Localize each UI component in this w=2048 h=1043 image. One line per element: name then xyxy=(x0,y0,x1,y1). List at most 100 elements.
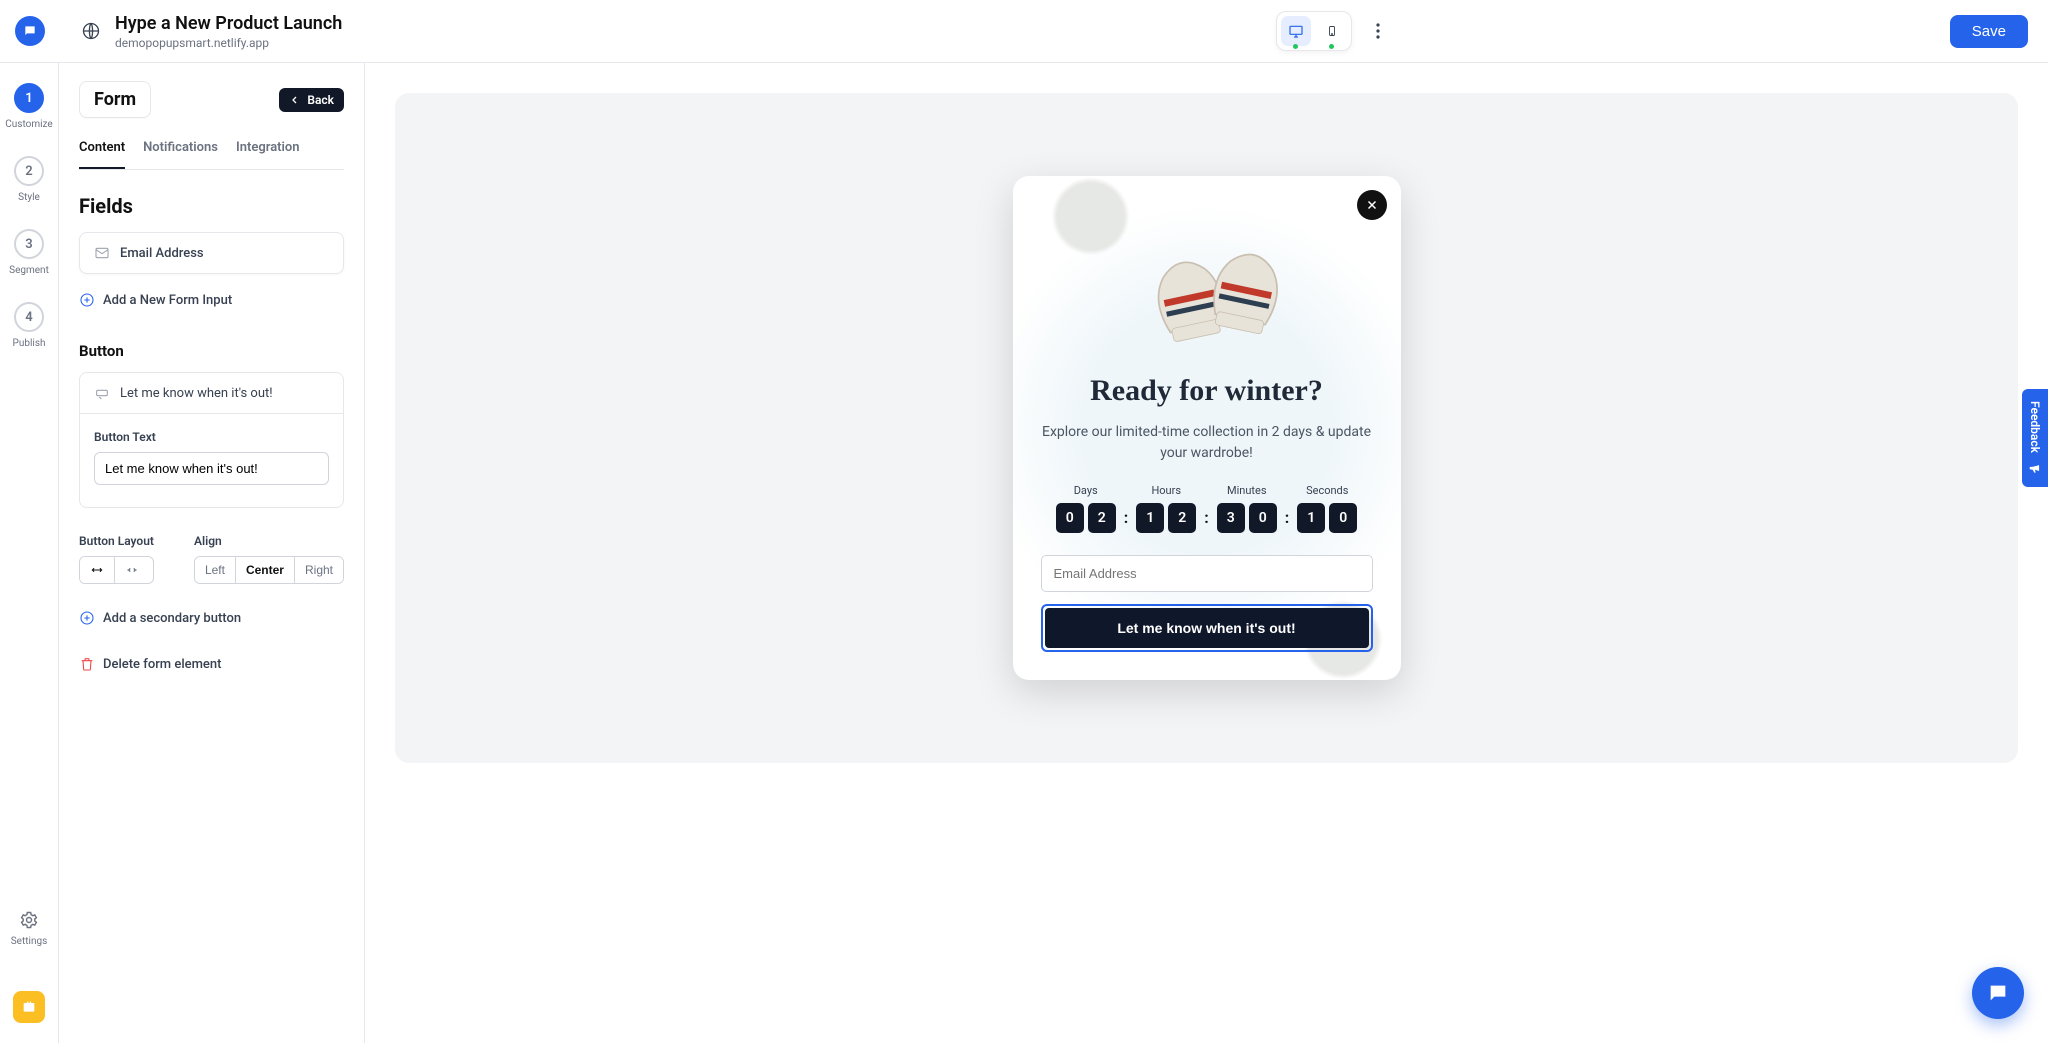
colon-icon: : xyxy=(1124,508,1129,533)
popup-title: Ready for winter? xyxy=(1041,374,1373,408)
chat-icon xyxy=(1987,982,2009,1004)
step-publish[interactable]: 4 Publish xyxy=(13,302,46,349)
page-heading-block: Hype a New Product Launch demopopupsmart… xyxy=(59,13,342,50)
step-rail: 1 Customize 2 Style 3 Segment 4 Publish … xyxy=(0,63,59,1043)
add-secondary-button[interactable]: Add a secondary button xyxy=(79,610,344,626)
arrow-left-icon xyxy=(289,94,301,106)
field-email-row[interactable]: Email Address xyxy=(79,232,344,274)
step-style[interactable]: 2 Style xyxy=(14,156,44,203)
arrows-horizontal-icon xyxy=(90,563,104,577)
mail-icon xyxy=(94,245,110,261)
mittens-illustration xyxy=(1122,232,1292,352)
briefcase-icon xyxy=(21,999,37,1015)
layout-fit-content-button[interactable] xyxy=(114,557,149,583)
step-segment[interactable]: 3 Segment xyxy=(9,229,49,276)
add-secondary-label: Add a secondary button xyxy=(103,611,241,626)
countdown-digit: 2 xyxy=(1168,503,1196,533)
device-preview-switch xyxy=(1276,11,1352,51)
back-label: Back xyxy=(307,93,334,107)
button-row-text: Let me know when it's out! xyxy=(120,386,273,401)
step-number: 4 xyxy=(14,302,44,332)
popup-email-input[interactable] xyxy=(1041,555,1373,592)
countdown-digit: 0 xyxy=(1329,503,1357,533)
canvas-frame: Ready for winter? Explore our limited-ti… xyxy=(395,93,2018,763)
kebab-menu-icon[interactable] xyxy=(1366,19,1390,43)
countdown-digit: 2 xyxy=(1088,503,1116,533)
status-dot-icon xyxy=(1293,44,1298,49)
settings-label: Settings xyxy=(11,936,48,947)
form-chip: Form xyxy=(79,81,151,118)
step-label: Segment xyxy=(9,265,49,276)
button-layout-label: Button Layout xyxy=(79,534,154,548)
colon-icon: : xyxy=(1285,508,1290,533)
plus-circle-icon xyxy=(79,610,95,626)
app-logo[interactable] xyxy=(15,16,45,46)
field-label: Email Address xyxy=(120,246,204,261)
chat-bubble-icon xyxy=(23,24,37,38)
layout-full-width-button[interactable] xyxy=(80,557,114,583)
countdown-digit: 1 xyxy=(1297,503,1325,533)
device-desktop-button[interactable] xyxy=(1281,16,1311,46)
step-number: 3 xyxy=(14,229,44,259)
gear-icon xyxy=(19,910,39,930)
feedback-tab[interactable]: Feedback xyxy=(2022,389,2048,487)
megaphone-icon xyxy=(2028,461,2042,475)
upgrade-button[interactable] xyxy=(13,991,45,1023)
align-label: Align xyxy=(194,534,344,548)
tab-content[interactable]: Content xyxy=(79,140,125,169)
button-icon xyxy=(94,385,110,401)
countdown-digit: 0 xyxy=(1056,503,1084,533)
popup-preview: Ready for winter? Explore our limited-ti… xyxy=(1013,176,1401,680)
add-form-input-button[interactable]: Add a New Form Input xyxy=(79,292,344,308)
popup-body: Explore our limited-time collection in 2… xyxy=(1041,422,1373,464)
countdown-digit: 1 xyxy=(1136,503,1164,533)
popup-cta-button[interactable]: Let me know when it's out! xyxy=(1045,608,1369,648)
add-input-label: Add a New Form Input xyxy=(103,293,232,308)
step-label: Style xyxy=(18,192,40,203)
button-card-header[interactable]: Let me know when it's out! xyxy=(80,373,343,414)
countdown-days: Days 0 2 xyxy=(1056,484,1116,533)
back-button[interactable]: Back xyxy=(279,88,344,112)
countdown-minutes: Minutes 3 0 xyxy=(1217,484,1277,533)
button-heading: Button xyxy=(79,342,344,360)
countdown-digit: 0 xyxy=(1249,503,1277,533)
plus-circle-icon xyxy=(79,292,95,308)
step-customize[interactable]: 1 Customize xyxy=(5,83,52,130)
popup-close-button[interactable] xyxy=(1357,190,1387,220)
desktop-icon xyxy=(1288,23,1304,39)
editor-sidebar: Form Back Content Notifications Integrat… xyxy=(59,63,365,1043)
sidebar-tabs: Content Notifications Integration xyxy=(79,140,344,170)
main-layout: 1 Customize 2 Style 3 Segment 4 Publish … xyxy=(0,63,2048,1043)
preview-canvas: Ready for winter? Explore our limited-ti… xyxy=(365,63,2048,1043)
colon-icon: : xyxy=(1204,508,1209,533)
save-button[interactable]: Save xyxy=(1950,15,2028,48)
page-domain: demopopupsmart.netlify.app xyxy=(115,36,342,50)
tab-notifications[interactable]: Notifications xyxy=(143,140,218,169)
layout-toggle-group xyxy=(79,556,154,584)
countdown-label: Minutes xyxy=(1227,484,1267,497)
top-bar: Hype a New Product Launch demopopupsmart… xyxy=(0,0,2048,63)
step-number: 2 xyxy=(14,156,44,186)
chat-fab[interactable] xyxy=(1972,967,2024,1019)
countdown-label: Days xyxy=(1074,484,1098,497)
countdown-hours: Hours 1 2 xyxy=(1136,484,1196,533)
align-left-button[interactable]: Left xyxy=(195,557,235,583)
feedback-label: Feedback xyxy=(2028,401,2042,453)
button-card: Let me know when it's out! Button Text xyxy=(79,372,344,508)
countdown-label: Hours xyxy=(1151,484,1181,497)
delete-form-element-button[interactable]: Delete form element xyxy=(79,656,344,672)
button-text-input[interactable] xyxy=(94,452,329,485)
tab-integration[interactable]: Integration xyxy=(236,140,300,169)
globe-icon xyxy=(81,21,101,41)
countdown-label: Seconds xyxy=(1306,484,1348,497)
page-title: Hype a New Product Launch xyxy=(115,13,342,34)
delete-label: Delete form element xyxy=(103,657,221,672)
align-center-button[interactable]: Center xyxy=(235,557,294,583)
step-label: Publish xyxy=(13,338,46,349)
device-mobile-button[interactable] xyxy=(1317,16,1347,46)
settings-button[interactable]: Settings xyxy=(11,910,48,947)
align-right-button[interactable]: Right xyxy=(294,557,343,583)
step-label: Customize xyxy=(5,119,52,130)
step-number: 1 xyxy=(14,83,44,113)
countdown-seconds: Seconds 1 0 xyxy=(1297,484,1357,533)
